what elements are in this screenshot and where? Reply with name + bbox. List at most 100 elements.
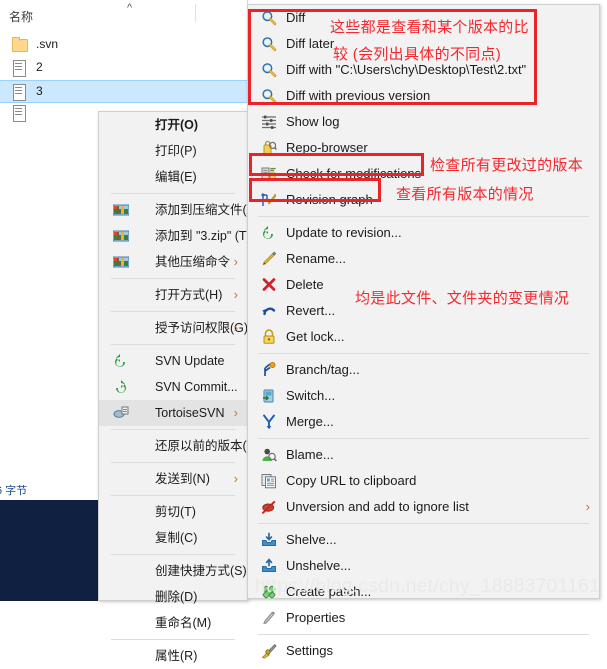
menu-separator [258,438,589,439]
menu-item-branch-tag[interactable]: Branch/tag... [248,357,599,383]
explorer-column-header: 名称 ^ [0,0,260,30]
chevron-right-icon: › [233,471,238,486]
menu-item-switch[interactable]: Switch... [248,383,599,409]
menu-item-发送到-n[interactable]: 发送到(N) › [99,466,247,492]
menu-item-merge[interactable]: Merge... [248,409,599,435]
menu-separator [258,216,589,217]
menu-item-label: Revision graph [286,192,373,207]
menu-item-编辑-e[interactable]: 编辑(E) [99,164,247,190]
context-menu[interactable]: 打开(O) 打印(P) 编辑(E) 添加到压缩文件(A)... 添加到 "3.zip" … [98,111,270,663]
menu-item-label: Diff with previous version [286,88,431,103]
menu-item-label: 复制(C) [155,531,198,545]
menu-item-label: 删除(D) [155,590,198,604]
text-file-icon [12,59,27,77]
menu-item-其他压缩命令[interactable]: 其他压缩命令 › [99,249,247,275]
file-name: 3 [36,84,43,98]
column-separator[interactable] [195,4,196,22]
menu-item-label: Blame... [286,447,334,462]
svn-update-icon [113,353,129,369]
tortoisesvn-icon [113,405,129,421]
menu-item-label: 剪切(T) [155,505,196,519]
menu-separator [111,429,235,430]
menu-item-show-log[interactable]: Show log [248,109,599,135]
menu-item-重命名-m[interactable]: 重命名(M) [99,610,247,636]
chevron-right-icon: › [233,287,238,302]
menu-item-label: 其他压缩命令 [155,255,231,269]
menu-item-properties[interactable]: Properties [248,605,599,631]
menu-item-剪切-t[interactable]: 剪切(T) [99,499,247,525]
revert-arrow-icon [261,303,277,319]
menu-item-settings[interactable]: Settings [248,638,599,664]
menu-item-diff-with-previous-version[interactable]: Diff with previous version [248,83,599,109]
winrar-icon [113,254,129,270]
menu-item-label: 打印(P) [155,144,197,158]
menu-separator [111,495,235,496]
menu-item-update-to-revision[interactable]: Update to revision... [248,220,599,246]
menu-item-还原以前的版本-v[interactable]: 还原以前的版本(V) [99,433,259,459]
menu-item-添加到-3-zip-t[interactable]: 添加到 "3.zip" (T) [99,223,251,249]
menu-item-授予访问权限-g[interactable]: 授予访问权限(G) › [99,315,248,341]
winrar-icon [113,228,129,244]
menu-item-label: 属性(R) [155,649,198,663]
column-header-name[interactable]: 名称 [9,8,33,25]
list-item[interactable]: 2 [0,57,248,78]
menu-item-打开方式-h[interactable]: 打开方式(H) › [99,282,247,308]
menu-item-label: Branch/tag... [286,362,360,377]
list-item[interactable]: .svn [0,34,248,55]
menu-item-删除-d[interactable]: 删除(D) [99,584,247,610]
file-name: 2 [36,60,43,74]
menu-item-copy-url-to-clipboard[interactable]: Copy URL to clipboard [248,468,599,494]
menu-item-label: Settings [286,643,333,658]
annotation-diff-note-line1: 这些都是查看和某个版本的比 [330,19,529,36]
menu-item-复制-c[interactable]: 复制(C) [99,525,247,551]
rename-pencil-icon [261,251,277,267]
chevron-right-icon: › [233,254,238,269]
list-item-selected[interactable]: 3 [0,80,248,103]
menu-item-tortoisesvn[interactable]: TortoiseSVN › [99,400,247,426]
chevron-right-icon: › [233,320,238,335]
menu-separator [111,462,235,463]
menu-item-svn-commit[interactable]: SVN Commit... [99,374,247,400]
diff-magnifier-icon [261,36,277,52]
unversion-icon [261,499,277,515]
revision-graph-icon [261,192,277,208]
menu-item-label: Diff [286,10,306,25]
menu-item-属性-r[interactable]: 属性(R) [99,643,247,669]
menu-item-rename[interactable]: Rename... [248,246,599,272]
switch-icon [261,388,277,404]
menu-item-shelve[interactable]: Shelve... [248,527,599,553]
menu-item-label: Repo-browser [286,140,368,155]
menu-separator [258,353,589,354]
menu-item-label: 创建快捷方式(S) [155,564,247,578]
menu-item-unversion-and-add-to-ignore-list[interactable]: Unversion and add to ignore list › [248,494,599,520]
annotation-diff-note-line2: 较 (会列出具体的不同点) [333,46,502,63]
blame-icon [261,447,277,463]
menu-item-svn-update[interactable]: SVN Update [99,348,247,374]
menu-item-添加到压缩文件-a[interactable]: 添加到压缩文件(A)... [99,197,270,223]
lock-icon [261,329,277,345]
menu-item-label: Switch... [286,388,336,403]
menu-separator [111,193,235,194]
menu-item-label: 还原以前的版本(V) [155,439,260,453]
menu-item-blame[interactable]: Blame... [248,442,599,468]
menu-item-label: Delete [286,277,324,292]
menu-item-label: 发送到(N) [155,472,210,486]
menu-item-label: 添加到 "3.zip" (T) [155,229,251,243]
menu-item-label: Copy URL to clipboard [286,473,417,488]
check-modifications-icon [261,166,277,182]
shelve-icon [261,532,277,548]
menu-item-打开-o[interactable]: 打开(O) [99,112,247,138]
menu-item-label: Unversion and add to ignore list [286,499,469,514]
menu-item-label: Diff later [286,36,335,51]
menu-item-打印-p[interactable]: 打印(P) [99,138,247,164]
desktop-background [0,500,98,601]
sort-ascending-caret-icon[interactable]: ^ [127,2,132,14]
menu-item-创建快捷方式-s[interactable]: 创建快捷方式(S) [99,558,247,584]
diff-magnifier-icon [261,62,277,78]
annotation-check-modifications-note: 检查所有更改过的版本 [430,157,584,174]
menu-item-label: Update to revision... [286,225,402,240]
menu-item-get-lock[interactable]: Get lock... [248,324,599,350]
menu-item-label: 重命名(M) [155,616,212,630]
menu-item-label: Rename... [286,251,346,266]
menu-item-label: SVN Commit... [155,380,238,394]
